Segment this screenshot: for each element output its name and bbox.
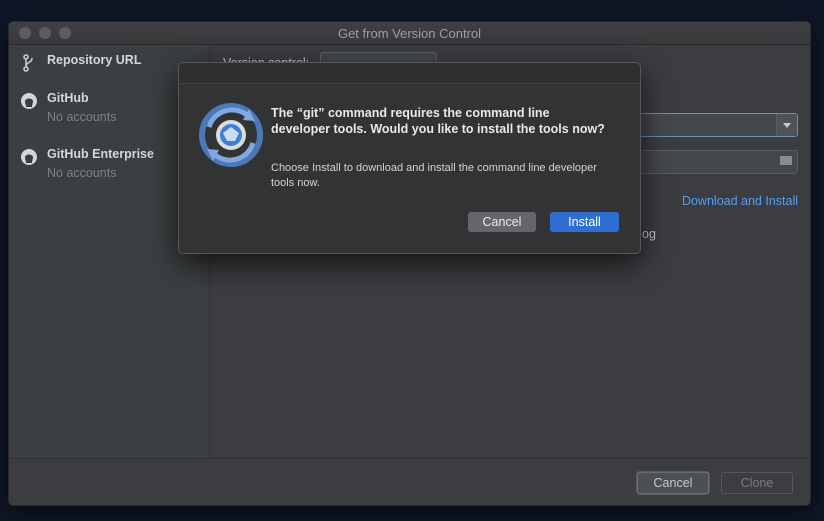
sidebar-item-repository-url[interactable]: Repository URL: [19, 53, 141, 73]
obscured-label-text: og: [642, 227, 656, 241]
zoom-window-button[interactable]: [59, 27, 71, 39]
software-update-icon: [199, 103, 263, 167]
window-title: Get from Version Control: [337, 25, 482, 41]
install-tools-dialog: The “git” command requires the command l…: [178, 62, 641, 254]
footer-bar: Cancel Clone: [9, 458, 810, 505]
clone-button[interactable]: Clone: [721, 472, 793, 494]
github-icon: [19, 91, 39, 111]
sidebar-item-label: GitHub: [47, 91, 89, 105]
sidebar-item-label: Repository URL: [47, 53, 142, 67]
dialog-title: The “git” command requires the command l…: [271, 106, 605, 136]
install-button[interactable]: Install: [550, 212, 619, 232]
folder-icon[interactable]: [780, 156, 792, 165]
title-bar: Get from Version Control: [9, 22, 810, 45]
sidebar-item-github-enterprise[interactable]: GitHub Enterprise No accounts: [19, 147, 154, 180]
close-window-button[interactable]: [19, 27, 31, 39]
sidebar-item-github[interactable]: GitHub No accounts: [19, 91, 116, 124]
dropdown-arrow-icon[interactable]: [776, 114, 797, 136]
vcs-branch-icon: [19, 53, 39, 73]
sidebar-item-status: No accounts: [47, 166, 117, 180]
dialog-header: [179, 63, 640, 84]
cancel-button[interactable]: Cancel: [637, 472, 709, 494]
download-and-install-link[interactable]: Download and Install: [682, 194, 798, 208]
minimize-window-button[interactable]: [39, 27, 51, 39]
sidebar-item-label: GitHub Enterprise: [47, 147, 154, 161]
dialog-message: Choose Install to download and install t…: [271, 162, 597, 189]
window-controls: [19, 27, 71, 39]
dialog-cancel-button[interactable]: Cancel: [468, 212, 536, 232]
github-icon: [19, 147, 39, 167]
sidebar-item-status: No accounts: [47, 110, 117, 124]
